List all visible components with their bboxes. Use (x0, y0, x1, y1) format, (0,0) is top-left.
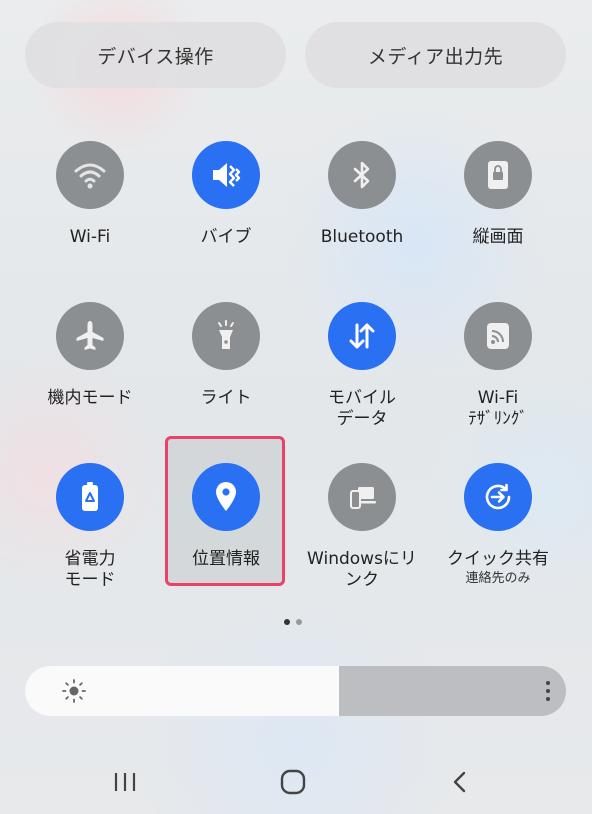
tile-sublabel: 連絡先のみ (465, 571, 531, 586)
tile-flashlight[interactable]: ライト (158, 302, 294, 409)
airplane-icon (76, 321, 104, 350)
wifi-tethering-icon (487, 323, 509, 349)
link-to-windows-toggle[interactable] (328, 463, 396, 531)
quick-share-toggle[interactable] (464, 463, 532, 531)
tile-location[interactable]: 位置情報 (158, 463, 294, 570)
tile-label: 縦画面 (472, 227, 524, 247)
page-dot-active (284, 619, 290, 625)
power-saving-icon (82, 482, 98, 511)
tile-wifi[interactable]: Wi-Fi (22, 141, 158, 248)
flashlight-toggle[interactable] (192, 302, 260, 370)
page-dot (296, 619, 302, 625)
flashlight-icon (218, 320, 234, 349)
tile-label: Windowsにリ ンク (307, 549, 417, 590)
media-output-button[interactable]: メディア出力先 (305, 22, 566, 88)
back-button[interactable] (440, 767, 480, 797)
tile-portrait-lock[interactable]: 縦画面 (430, 141, 566, 248)
tile-label: 省電力 モード (64, 549, 116, 590)
tile-label: Wi-Fi (69, 227, 111, 247)
wifi-toggle[interactable] (56, 141, 124, 209)
bluetooth-icon (353, 161, 370, 189)
tile-wifi-tethering[interactable]: Wi-Fi ﾃｻﾞﾘﾝｸﾞ (430, 302, 566, 430)
portrait-lock-icon (488, 161, 508, 189)
tile-link-to-windows[interactable]: Windowsにリ ンク (294, 463, 430, 591)
tile-label: バイブ (200, 227, 252, 247)
tile-bluetooth[interactable]: Bluetooth (294, 141, 430, 248)
portrait-lock-toggle[interactable] (464, 141, 532, 209)
quick-panel: デバイス操作 メディア出力先 Wi-Fi バイブ Bluetooth 縦画面 機… (0, 0, 592, 814)
tile-label: Wi-Fi ﾃｻﾞﾘﾝｸﾞ (468, 388, 528, 429)
tile-power-saving[interactable]: 省電力 モード (22, 463, 158, 591)
brightness-slider[interactable] (25, 666, 566, 716)
tile-label: Bluetooth (320, 227, 404, 247)
back-icon (453, 771, 466, 793)
power-saving-toggle[interactable] (56, 463, 124, 531)
location-toggle[interactable] (192, 463, 260, 531)
bluetooth-toggle[interactable] (328, 141, 396, 209)
wifi-tethering-toggle[interactable] (464, 302, 532, 370)
wifi-icon (74, 163, 106, 189)
recent-apps-button[interactable] (105, 767, 145, 797)
tile-label: 位置情報 (192, 549, 260, 569)
airplane-mode-toggle[interactable] (56, 302, 124, 370)
device-control-button[interactable]: デバイス操作 (25, 22, 286, 88)
recent-apps-icon (114, 773, 136, 791)
vibrate-icon (213, 163, 241, 187)
quick-share-icon (485, 483, 511, 510)
page-indicator (284, 619, 302, 625)
more-options-icon[interactable] (544, 679, 552, 703)
tile-vibrate[interactable]: バイブ (158, 141, 294, 248)
navigation-bar (0, 757, 592, 807)
link-to-windows-icon (350, 487, 376, 509)
mobile-data-toggle[interactable] (328, 302, 396, 370)
home-button[interactable] (273, 767, 313, 797)
tile-quick-share[interactable]: クイック共有 連絡先のみ (430, 463, 566, 588)
home-icon (280, 769, 306, 795)
tile-label: クイック共有 (447, 549, 549, 569)
tile-airplane-mode[interactable]: 機内モード (22, 302, 158, 409)
mobile-data-icon (349, 323, 375, 349)
vibrate-toggle[interactable] (192, 141, 260, 209)
tile-label: 機内モード (47, 388, 133, 408)
tile-label: モバイル データ (328, 388, 396, 429)
tile-label: ライト (200, 388, 252, 408)
location-icon (216, 482, 236, 511)
sun-icon (62, 679, 86, 703)
tile-mobile-data[interactable]: モバイル データ (294, 302, 430, 430)
